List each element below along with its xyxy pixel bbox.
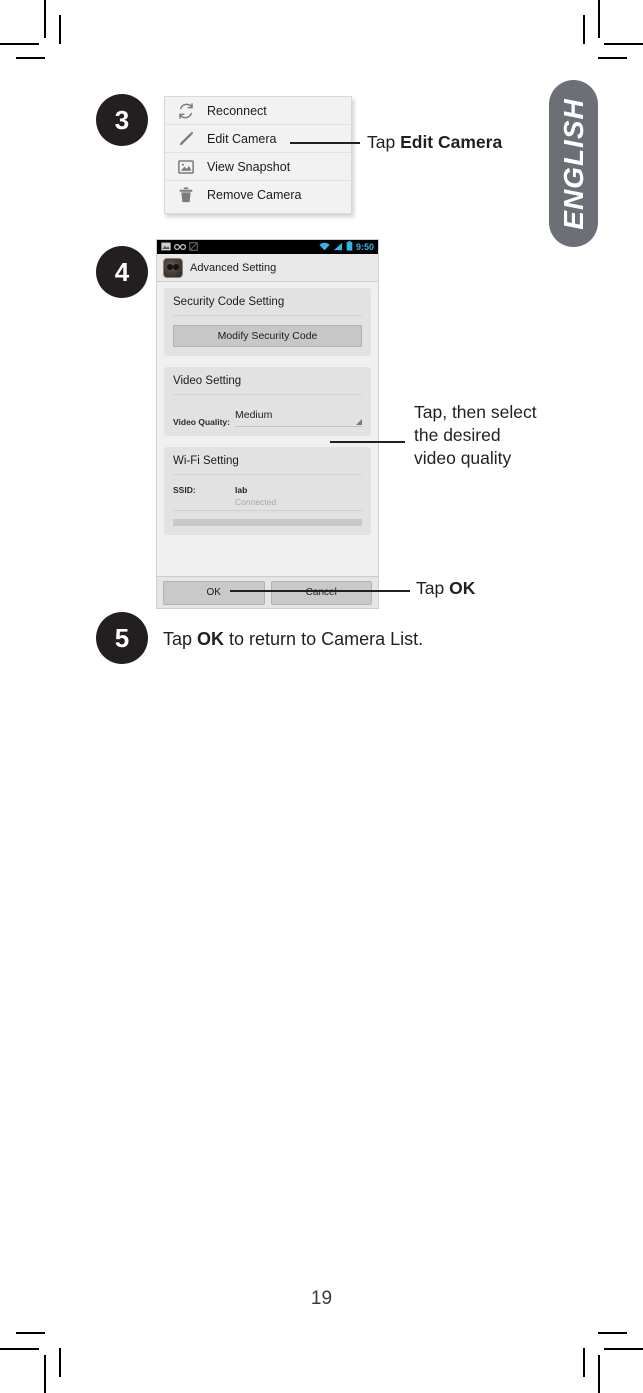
menu-item-remove-camera-label: Remove Camera: [207, 187, 302, 202]
ssid-value: lab: [235, 485, 248, 495]
video-quality-label: Video Quality:: [173, 417, 230, 427]
crop-mark-tr-h2: [598, 57, 627, 59]
callout-edit-camera: Tap Edit Camera: [367, 131, 502, 154]
card-security-code-setting: Security Code Setting Modify Security Co…: [164, 288, 371, 356]
crop-mark-br-h: [604, 1348, 643, 1350]
crop-mark-tl-h2: [16, 57, 45, 59]
crop-mark-bl-v: [44, 1355, 46, 1393]
dialog-button-bar: OK Cancel: [157, 576, 378, 608]
step-number-3: 3: [96, 94, 148, 146]
menu-item-edit-camera[interactable]: Edit Camera: [165, 125, 351, 153]
refresh-icon: [175, 100, 197, 122]
picture-icon: [161, 240, 171, 256]
step-number-5: 5: [96, 612, 148, 664]
image-icon: [175, 156, 197, 178]
status-bar-time: 9:50: [355, 242, 374, 252]
step-number-4: 4: [96, 246, 148, 298]
leader-line-edit-camera: [290, 142, 360, 144]
camera-app-icon: [163, 257, 183, 278]
card-wifi-setting: Wi-Fi Setting SSID: lab Connected: [164, 447, 371, 535]
step5-suffix: to return to Camera List.: [224, 629, 424, 649]
voicemail-icon: [173, 240, 187, 256]
menu-item-edit-camera-label: Edit Camera: [207, 131, 277, 146]
settings-scroll-area: Security Code Setting Modify Security Co…: [157, 282, 378, 535]
step-number-5-label: 5: [114, 622, 130, 653]
camera-context-menu[interactable]: Reconnect Edit Camera View Snapshot Remo…: [164, 96, 352, 214]
menu-item-view-snapshot[interactable]: View Snapshot: [165, 153, 351, 181]
ssid-row[interactable]: SSID: lab Connected: [173, 485, 362, 511]
video-setting-title: Video Setting: [173, 375, 362, 395]
crop-mark-tr-h: [604, 43, 643, 45]
crop-mark-tr-v2: [583, 15, 585, 44]
crop-mark-tl-v: [44, 0, 46, 38]
callout-edit-camera-strong: Edit Camera: [400, 132, 503, 152]
wifi-icon: [319, 240, 330, 256]
step-number-3-label: 3: [114, 104, 130, 135]
wifi-setting-title: Wi-Fi Setting: [173, 455, 362, 475]
crop-mark-bl-v2: [59, 1348, 61, 1377]
menu-item-remove-camera[interactable]: Remove Camera: [165, 181, 351, 208]
ssid-label: SSID:: [173, 485, 196, 495]
language-tab: ENGLISH: [549, 80, 598, 247]
phone-screenshot: 9:50 Advanced Setting Security Code Sett…: [156, 239, 379, 609]
leader-line-video-quality: [330, 441, 405, 443]
chevron-down-icon: [356, 419, 362, 425]
card-video-setting: Video Setting Video Quality: Medium: [164, 367, 371, 436]
step-number-4-label: 4: [114, 256, 130, 287]
crop-mark-bl-h2: [16, 1332, 45, 1334]
step5-strong: OK: [197, 629, 225, 649]
menu-item-reconnect-label: Reconnect: [207, 103, 267, 118]
ok-button[interactable]: OK: [163, 580, 265, 605]
leader-line-ok: [230, 590, 410, 592]
sync-icon: [189, 240, 198, 256]
modify-security-code-button[interactable]: Modify Security Code: [173, 325, 362, 347]
ok-button-label: OK: [206, 587, 221, 598]
callout-ok-strong: OK: [449, 578, 476, 598]
crop-mark-bl-h: [0, 1348, 39, 1350]
menu-item-view-snapshot-label: View Snapshot: [207, 159, 291, 174]
crop-mark-tr-v: [598, 0, 600, 38]
pencil-icon: [175, 128, 197, 150]
crop-mark-tl-v2: [59, 15, 61, 44]
battery-icon: [346, 240, 353, 256]
callout-video-quality: Tap, then select the desired video quali…: [414, 402, 537, 468]
signal-icon: [333, 240, 343, 256]
video-quality-spinner[interactable]: Medium: [235, 405, 362, 427]
crop-mark-br-h2: [598, 1332, 627, 1334]
trash-icon: [175, 184, 197, 206]
crop-mark-br-v: [598, 1355, 600, 1393]
video-quality-row: Video Quality: Medium: [173, 405, 362, 427]
cancel-button-label: Cancel: [305, 587, 337, 598]
step5-prefix: Tap: [163, 629, 198, 649]
page-number: 19: [310, 1288, 333, 1309]
modify-security-code-label: Modify Security Code: [217, 330, 318, 342]
callout-edit-camera-prefix: Tap: [367, 132, 401, 152]
app-title: Advanced Setting: [190, 261, 277, 274]
callout-ok: Tap OK: [416, 577, 475, 600]
ssid-status: Connected: [235, 497, 277, 507]
cancel-button[interactable]: Cancel: [270, 580, 372, 605]
wifi-list-item-placeholder: [173, 519, 362, 526]
security-code-setting-title: Security Code Setting: [173, 296, 362, 316]
android-status-bar: 9:50: [157, 240, 378, 254]
menu-item-reconnect[interactable]: Reconnect: [165, 97, 351, 125]
step5-instruction: Tap OK to return to Camera List.: [163, 629, 423, 650]
crop-mark-br-v2: [583, 1348, 585, 1377]
app-action-bar: Advanced Setting: [157, 254, 378, 282]
language-tab-label: ENGLISH: [557, 97, 589, 230]
crop-mark-tl-h: [0, 43, 39, 45]
video-quality-value: Medium: [235, 409, 273, 421]
ssid-value-group: lab Connected: [235, 485, 276, 507]
callout-ok-prefix: Tap: [416, 578, 450, 598]
